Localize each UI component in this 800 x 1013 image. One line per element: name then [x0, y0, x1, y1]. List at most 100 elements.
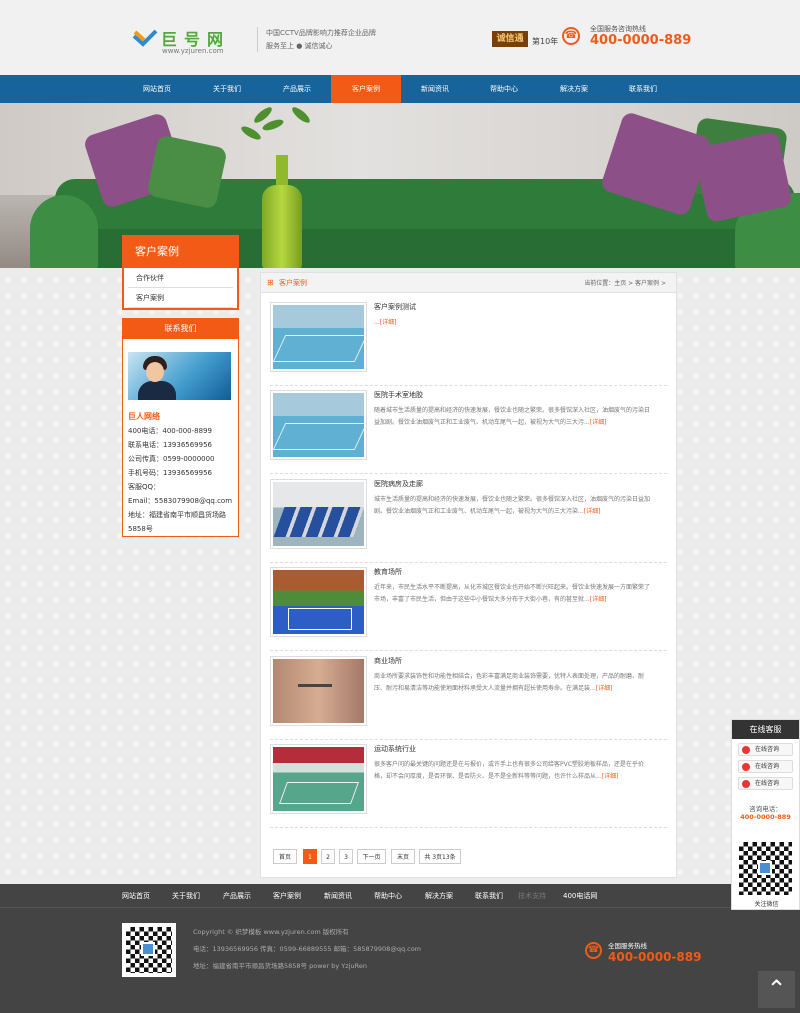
- nav-solutions[interactable]: 解决方案: [539, 75, 609, 103]
- nav-help[interactable]: 帮助中心: [469, 75, 539, 103]
- page-next[interactable]: 下一页: [357, 849, 386, 864]
- case-detail-link[interactable]: [详细]: [380, 319, 397, 326]
- nav-news[interactable]: 新闻资讯: [400, 75, 470, 103]
- case-detail-link[interactable]: [详细]: [602, 773, 619, 780]
- contact-line-email: Email：5583079908@qq.com: [128, 497, 233, 505]
- header-slogan: 中国CCTV品牌影响力推荐企业品牌 服务至上 ● 诚信诚心: [257, 27, 376, 52]
- page-first[interactable]: 首页: [273, 849, 297, 864]
- case-thumbnail[interactable]: [270, 744, 367, 814]
- case-description: 近年来，市民生活水平不断提高，从化市城区餐饮业也开始不断兴旺起来。餐饮业快速发展…: [374, 584, 651, 603]
- footer-link-products[interactable]: 产品展示: [223, 891, 251, 901]
- contact-line-address-number: 5858号: [128, 525, 153, 533]
- qq-icon: [742, 763, 750, 771]
- service-phone-label: 咨询电话：: [749, 805, 782, 813]
- case-item[interactable]: 教育场所 近年来，市民生活水平不断提高，从化市城区餐饮业也开始不断兴旺起来。餐饮…: [270, 567, 667, 651]
- case-description: 很多客户问的最关键的问题还是在与报价，或许手上也有很多公司给客PVC塑胶地板样品…: [374, 761, 644, 780]
- contact-panel: 巨人网络 400电话：400-000-8899 联系电话：13936569956…: [122, 339, 239, 537]
- case-description: 随着城市生活质量的提高和经济的快速发展，餐饮业也随之繁荣。很多餐馆深入社区，油烟…: [374, 407, 651, 426]
- online-consult-button[interactable]: 在线咨询: [738, 760, 793, 773]
- footer-contact-text: 电话：13936569956 传真：0599-66889555 邮箱：58587…: [193, 945, 422, 953]
- case-title[interactable]: 客户案例测试: [374, 302, 416, 312]
- online-consult-button[interactable]: 在线咨询: [738, 743, 793, 756]
- nav-about[interactable]: 关于我们: [192, 75, 262, 103]
- footer-link-400[interactable]: 400电话网: [563, 891, 597, 901]
- page-last[interactable]: 末页: [391, 849, 415, 864]
- case-image-sports: [273, 747, 364, 811]
- breadcrumb[interactable]: 当前位置：主页 > 客户案例 >: [584, 278, 666, 287]
- phone-icon: ☎: [585, 942, 602, 959]
- contact-line-mobile: 手机号码：13936569956: [128, 469, 212, 477]
- back-to-top-button[interactable]: ⌃: [758, 971, 795, 1008]
- nav-cases[interactable]: 客户案例: [331, 75, 401, 103]
- nav-contact[interactable]: 联系我们: [608, 75, 678, 103]
- case-description: ...[详细]: [374, 319, 397, 326]
- case-item[interactable]: 客户案例测试 ...[详细]: [270, 302, 667, 386]
- sidebar-item-cases[interactable]: 客户案例: [128, 288, 233, 308]
- case-detail-link[interactable]: [详细]: [596, 685, 613, 692]
- contact-line-qq: 客服QQ：: [128, 483, 161, 491]
- online-service-widget: 在线客服 在线咨询 在线咨询 在线咨询 咨询电话： 400-0000-889 关…: [731, 719, 800, 910]
- footer-address-text: 地址：福建省南平市顺昌货场路5858号 power by YzjuRen: [193, 962, 367, 970]
- logo[interactable]: 巨号网 www.yzjuren.com: [132, 25, 242, 59]
- nav-home[interactable]: 网站首页: [122, 75, 192, 103]
- footer-divider: [0, 907, 800, 908]
- case-item[interactable]: 运动系统行业 很多客户问的最关键的问题还是在与报价，或许手上也有很多公司给客PV…: [270, 744, 667, 828]
- follow-wechat-text: 关注微信: [754, 901, 779, 908]
- case-item[interactable]: 医院病房及走廊 城市生活质量的提高和经济的快速发展，餐饮业也随之繁荣。很多餐馆深…: [270, 479, 667, 563]
- footer-link-cases[interactable]: 客户案例: [273, 891, 301, 901]
- case-detail-link[interactable]: [详细]: [584, 508, 601, 515]
- main-nav: 网站首页 关于我们 产品展示 客户案例 新闻资讯 帮助中心 解决方案 联系我们: [0, 75, 800, 103]
- case-thumbnail[interactable]: [270, 302, 367, 372]
- qq-icon: [742, 780, 750, 788]
- service-title: 在线客服: [732, 720, 799, 739]
- footer-link-news[interactable]: 新闻资讯: [324, 891, 352, 901]
- content-title: 客户案例: [279, 279, 307, 287]
- footer-link-contact[interactable]: 联系我们: [475, 891, 503, 901]
- case-thumbnail[interactable]: [270, 656, 367, 726]
- case-item[interactable]: 医院手术室地胶 随着城市生活质量的提高和经济的快速发展，餐饮业也随之繁荣。很多餐…: [270, 390, 667, 474]
- case-detail-link[interactable]: [详细]: [590, 596, 607, 603]
- contact-line-phone: 联系电话：13936569956: [128, 441, 212, 449]
- wechat-qr-code: [739, 842, 792, 895]
- case-list-panel: ⊞ 客户案例 当前位置：主页 > 客户案例 > 客户案例测试 ...[详细] 医…: [260, 272, 677, 878]
- content-header: ⊞ 客户案例 当前位置：主页 > 客户案例 >: [261, 273, 676, 293]
- page-total: 共 3页13条: [419, 849, 461, 864]
- chevron-up-icon: ⌃: [766, 975, 787, 1003]
- case-title[interactable]: 医院手术室地胶: [374, 390, 423, 400]
- contact-line-400: 400电话：400-000-8899: [128, 427, 212, 435]
- qr-logo-icon: [758, 861, 772, 875]
- credit-badge: 诚信通: [492, 31, 528, 47]
- contact-details: 400电话：400-000-8899 联系电话：13936569956 公司传真…: [128, 424, 236, 536]
- agent-head: [146, 362, 164, 382]
- case-description: 商业场所要求装饰性和功能性相结合，色彩丰富满足商业装饰需要，优特人表面处理，产品…: [374, 673, 645, 692]
- case-thumbnail[interactable]: [270, 390, 367, 460]
- page-3[interactable]: 3: [339, 849, 353, 864]
- service-phone-number: 400-0000-889: [740, 813, 791, 821]
- footer-link-home[interactable]: 网站首页: [122, 891, 150, 901]
- sidebar-item-partners[interactable]: 合作伙伴: [128, 268, 233, 288]
- footer-link-support[interactable]: 技术支持: [518, 891, 546, 901]
- footer-link-about[interactable]: 关于我们: [172, 891, 200, 901]
- case-description: 城市生活质量的提高和经济的快速发展，餐饮业也随之繁荣。很多餐馆深入社区，油烟废气…: [374, 496, 651, 515]
- case-detail-link[interactable]: [详细]: [590, 419, 607, 426]
- case-thumbnail[interactable]: [270, 479, 367, 549]
- case-title[interactable]: 医院病房及走廊: [374, 479, 423, 489]
- site-footer: 网站首页 关于我们 产品展示 客户案例 新闻资讯 帮助中心 解决方案 联系我们 …: [0, 884, 800, 1013]
- agent-body: [138, 381, 176, 400]
- page-2[interactable]: 2: [321, 849, 335, 864]
- case-title[interactable]: 商业场所: [374, 656, 402, 666]
- case-item[interactable]: 商业场所 商业场所要求装饰性和功能性相结合，色彩丰富满足商业装饰需要，优特人表面…: [270, 656, 667, 740]
- online-consult-button[interactable]: 在线咨询: [738, 777, 793, 790]
- page-1[interactable]: 1: [303, 849, 317, 864]
- sidebar-title: 客户案例: [122, 235, 239, 268]
- customer-service-image: [128, 352, 231, 400]
- footer-link-help[interactable]: 帮助中心: [374, 891, 402, 901]
- case-title[interactable]: 教育场所: [374, 567, 402, 577]
- nav-products[interactable]: 产品展示: [262, 75, 332, 103]
- site-header: 巨号网 www.yzjuren.com 中国CCTV品牌影响力推荐企业品牌 服务…: [0, 0, 800, 75]
- footer-hotline-number: 400-0000-889: [608, 950, 702, 964]
- footer-link-solutions[interactable]: 解决方案: [425, 891, 453, 901]
- case-title[interactable]: 运动系统行业: [374, 744, 416, 754]
- qq-icon: [742, 746, 750, 754]
- case-thumbnail[interactable]: [270, 567, 367, 637]
